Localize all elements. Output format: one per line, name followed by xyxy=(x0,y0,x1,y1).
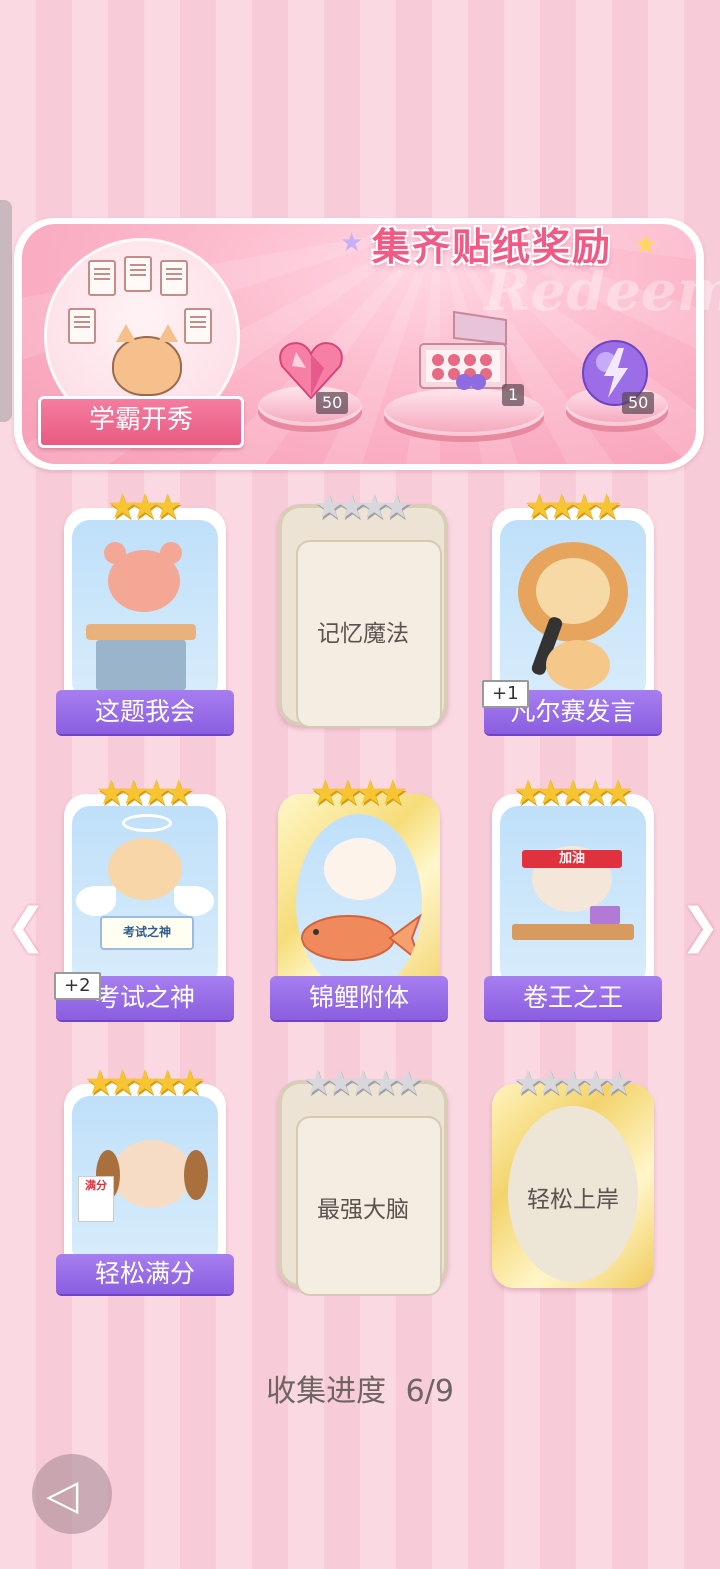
sticker-card[interactable]: ★★★★★ 加油 卷王之王 xyxy=(484,776,662,1020)
collection-progress: 收集进度 6/9 xyxy=(0,1366,720,1410)
bear-at-desk-illustration xyxy=(72,520,218,700)
reward-quantity: 50 xyxy=(622,392,655,414)
star-empty-icon: ★ xyxy=(602,1063,634,1103)
wing-icon xyxy=(174,886,214,916)
star-icon: ★ xyxy=(174,1063,206,1103)
star-rating: ★★★★★ xyxy=(60,1066,230,1100)
star-rating: ★★★★★ xyxy=(278,1066,448,1100)
star-rating: ★★★★ xyxy=(60,776,230,810)
side-drawer-handle[interactable] xyxy=(0,200,12,422)
card-title: 这题我会 xyxy=(56,690,234,734)
bear-ear-icon xyxy=(104,542,126,564)
puppy-head-icon xyxy=(112,1140,192,1208)
card-frame: 记忆魔法 xyxy=(278,504,448,728)
puppy-ear-icon xyxy=(184,1150,208,1200)
star-rating: ★★★★★ xyxy=(488,776,658,810)
sticker-card-locked[interactable]: ★★★★★ 轻松上岸 xyxy=(488,1066,658,1298)
sticker-card-locked[interactable]: ★★★★ 记忆魔法 xyxy=(278,490,448,728)
star-icon: ★ xyxy=(591,487,622,527)
paper-icon xyxy=(184,308,212,344)
sticker-card[interactable]: ★★★ 这题我会 xyxy=(56,490,234,734)
star-rating: ★★★★ xyxy=(488,490,658,524)
koi-fish-icon xyxy=(301,913,422,965)
star-empty-icon: ★ xyxy=(381,487,412,527)
star-empty-icon: ★ xyxy=(392,1063,424,1103)
halo-icon xyxy=(122,814,172,832)
star-rating: ★★★★★ xyxy=(488,1066,658,1100)
paper-icon xyxy=(68,308,96,344)
sticker-card[interactable]: ★★★★ +1 凡尔赛发言 xyxy=(482,490,662,734)
cheer-headband: 加油 xyxy=(522,850,622,868)
card-title: 锦鲤附体 xyxy=(270,976,448,1020)
wing-icon xyxy=(76,886,116,916)
star-icon: ★ xyxy=(377,773,408,813)
card-title: 最强大脑 xyxy=(317,1197,409,1223)
bear-with-koi-illustration xyxy=(296,814,422,994)
progress-value: 6/9 xyxy=(405,1374,454,1409)
lion-body-icon xyxy=(546,640,610,690)
desk-legs-icon xyxy=(96,640,186,690)
paper-icon xyxy=(124,256,152,292)
back-arrow-icon: ◁ xyxy=(46,1470,79,1519)
lion-with-mic-illustration xyxy=(500,520,646,700)
back-button[interactable]: ◁ xyxy=(32,1454,112,1534)
sticker-card[interactable]: ★★★★ 锦鲤附体 xyxy=(270,776,448,1020)
card-title: 轻松上岸 xyxy=(527,1187,619,1213)
star-rating: ★★★ xyxy=(60,490,230,524)
card-frame: 最强大脑 xyxy=(278,1080,448,1296)
bear-head-icon xyxy=(324,838,396,900)
studying-cat-illustration: 加油 xyxy=(500,806,646,986)
star-icon: ★ xyxy=(163,773,194,813)
sticker-card-locked[interactable]: ★★★★★ 最强大脑 xyxy=(278,1066,448,1298)
next-page-arrow-icon[interactable]: ❯ xyxy=(680,898,720,954)
duplicate-count-badge: +1 xyxy=(482,680,529,708)
star-icon: ★ xyxy=(152,487,183,527)
progress-label: 收集进度 xyxy=(266,1374,387,1409)
card-title: 卷王之王 xyxy=(484,976,662,1020)
star-rating: ★★★★ xyxy=(274,776,444,810)
lion-face-icon xyxy=(536,558,610,624)
reward-quantity: 50 xyxy=(316,392,349,414)
card-title: 记忆魔法 xyxy=(317,621,409,647)
star-rating: ★★★★ xyxy=(278,490,448,524)
card-title: 轻松满分 xyxy=(56,1254,234,1294)
previous-page-arrow-icon[interactable]: ❮ xyxy=(6,898,46,954)
card-frame-gold: 轻松上岸 xyxy=(492,1084,654,1288)
cat-head-icon xyxy=(108,838,182,900)
sticker-card[interactable]: ★★★★ 考试之神 +2 考试之神 xyxy=(54,776,234,1020)
reward-banner: Redeem 集齐贴纸奖励 ★ ★ 学霸开秀 50 1 50 xyxy=(14,188,720,470)
full-mark-paper: 满分 xyxy=(78,1176,114,1222)
star-decoration-icon: ★ xyxy=(340,228,364,258)
test-god-sign: 考试之神 xyxy=(100,916,194,950)
sticker-card[interactable]: ★★★★★ 满分 轻松满分 xyxy=(56,1066,234,1298)
book-icon xyxy=(590,906,620,924)
sticker-box-icon[interactable] xyxy=(414,308,514,402)
puppy-with-paper-illustration: 满分 xyxy=(72,1096,218,1266)
paper-icon xyxy=(88,260,116,296)
paper-icon xyxy=(160,260,188,296)
desk-icon xyxy=(86,624,196,640)
desk-icon xyxy=(512,924,634,940)
cat-mascot-icon xyxy=(112,324,182,396)
duplicate-count-badge: +2 xyxy=(54,972,101,1000)
angel-cat-illustration: 考试之神 xyxy=(72,806,218,986)
bear-ear-icon xyxy=(160,542,182,564)
sticker-set-title: 学霸开秀 xyxy=(38,396,244,448)
star-icon: ★ xyxy=(602,773,634,813)
star-decoration-icon: ★ xyxy=(634,230,658,260)
reward-quantity: 1 xyxy=(502,384,525,406)
banner-title: 集齐贴纸奖励 xyxy=(372,225,613,269)
